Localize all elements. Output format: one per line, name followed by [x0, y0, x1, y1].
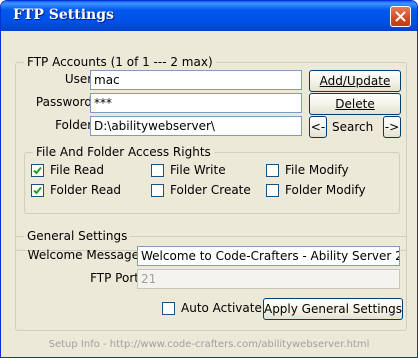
file-read-box	[31, 163, 44, 177]
welcome-message-label: Welcome Message:	[27, 248, 143, 262]
password-input[interactable]: ***	[90, 93, 302, 113]
ftp-accounts-legend: FTP Accounts (1 of 1 --- 2 max)	[24, 55, 216, 69]
window-title: FTP Settings	[13, 7, 114, 23]
file-modify-checkbox[interactable]: File Modify	[266, 163, 349, 177]
file-read-checkbox[interactable]: File Read	[31, 163, 104, 177]
dialog-body: FTP Accounts (1 of 1 --- 2 max) User: ma…	[5, 31, 413, 355]
file-write-box	[151, 163, 164, 177]
file-read-label: File Read	[50, 163, 105, 177]
delete-button[interactable]: Delete	[309, 93, 401, 115]
ftp-port-input[interactable]: 21	[137, 269, 400, 289]
ftp-port-label: FTP Port:	[90, 271, 143, 285]
apply-general-settings-button[interactable]: Apply General Settings	[263, 298, 403, 320]
apply-general-settings-label: Apply General Settings	[263, 302, 403, 316]
welcome-message-input[interactable]: Welcome to Code-Crafters - Ability Serve…	[137, 246, 400, 266]
folder-modify-label: Folder Modify	[285, 183, 366, 197]
file-modify-box	[266, 163, 279, 177]
folder-read-label: Folder Read	[50, 183, 122, 197]
check-icon	[33, 166, 42, 174]
auto-activate-checkbox[interactable]: Auto Activate	[162, 301, 262, 315]
folder-create-label: Folder Create	[170, 183, 251, 197]
access-rights-group: File And Folder Access Rights File Read …	[24, 145, 400, 214]
close-icon	[395, 11, 406, 22]
file-write-label: File Write	[170, 163, 226, 177]
password-label: Password:	[35, 95, 96, 109]
folder-modify-box	[266, 183, 279, 197]
access-rights-legend: File And Folder Access Rights	[33, 145, 214, 159]
search-prev-button[interactable]: <-	[309, 116, 327, 138]
auto-activate-box	[162, 301, 175, 315]
close-button[interactable]	[390, 6, 411, 27]
title-bar[interactable]: FTP Settings	[1, 1, 417, 31]
delete-label: Delete	[335, 97, 375, 111]
search-label: Search	[332, 120, 374, 134]
folder-read-box	[31, 183, 44, 197]
check-icon	[33, 186, 42, 194]
folder-input[interactable]: D:\abilitywebserver\	[90, 116, 302, 136]
add-update-button[interactable]: Add/Update	[309, 70, 401, 92]
search-next-button[interactable]: ->	[383, 116, 401, 138]
file-modify-label: File Modify	[285, 163, 349, 177]
folder-modify-checkbox[interactable]: Folder Modify	[266, 183, 366, 197]
general-settings-legend: General Settings	[24, 229, 131, 243]
folder-create-checkbox[interactable]: Folder Create	[151, 183, 251, 197]
file-write-checkbox[interactable]: File Write	[151, 163, 226, 177]
folder-read-checkbox[interactable]: Folder Read	[31, 183, 121, 197]
search-prev-label: <-	[310, 120, 326, 134]
add-update-label: Add/Update	[319, 74, 391, 88]
ftp-settings-window: FTP Settings FTP Accounts (1 of 1 --- 2 …	[0, 0, 418, 358]
user-input[interactable]: mac	[90, 70, 302, 90]
folder-create-box	[151, 183, 164, 197]
search-next-label: ->	[384, 120, 400, 134]
general-settings-group: General Settings Welcome Message: Welcom…	[15, 229, 407, 331]
ftp-accounts-group: FTP Accounts (1 of 1 --- 2 max) User: ma…	[15, 55, 407, 251]
auto-activate-label: Auto Activate	[181, 301, 262, 315]
setup-info-text: Setup Info - http://www.code-crafters.co…	[48, 339, 370, 350]
